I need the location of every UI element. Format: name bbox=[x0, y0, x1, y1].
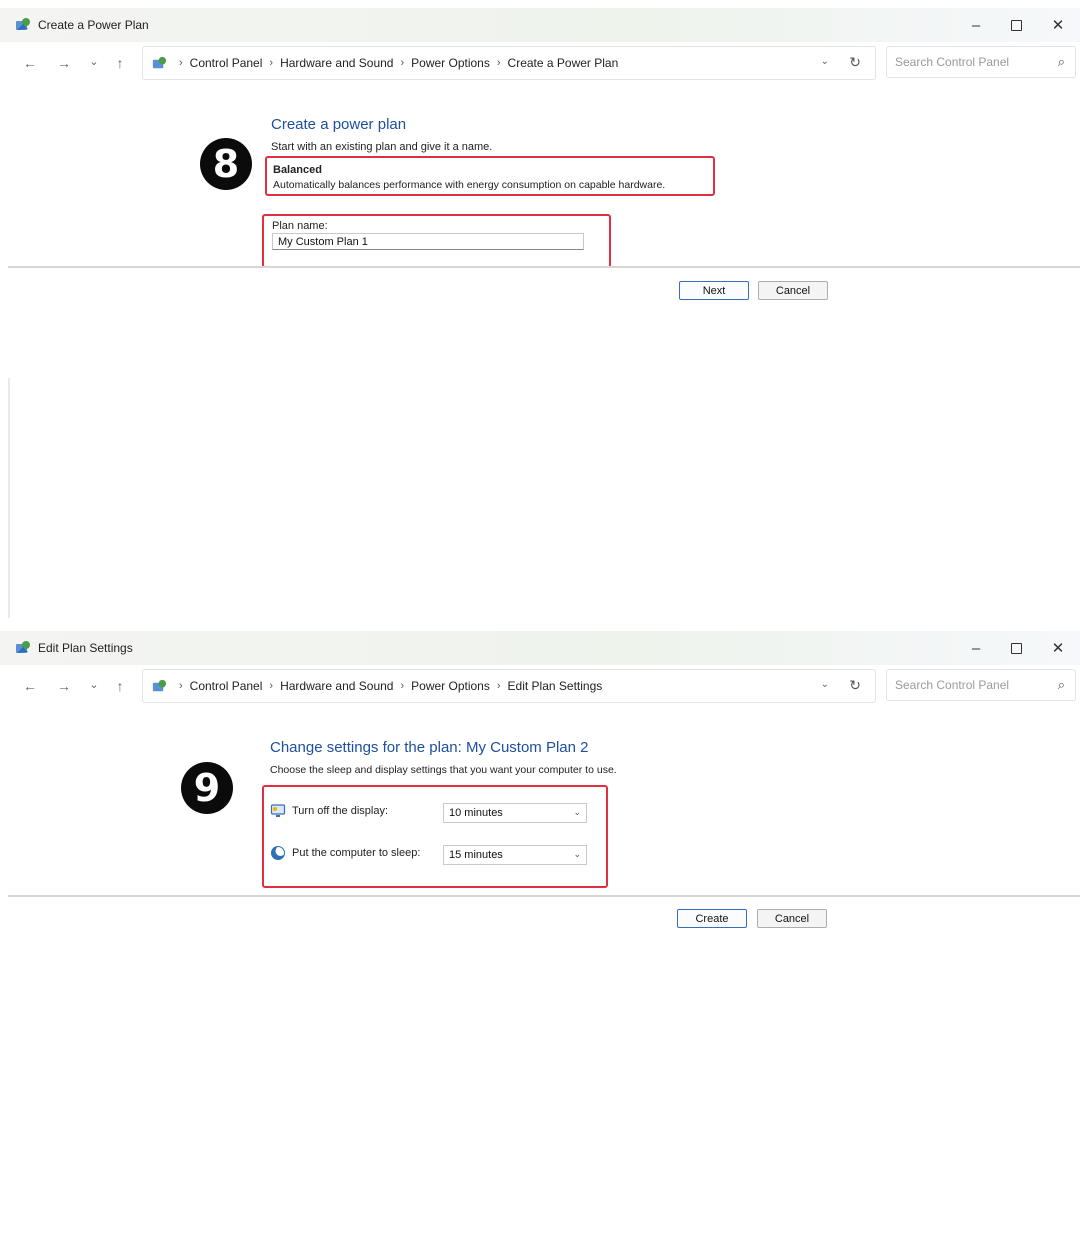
control-panel-app-icon bbox=[16, 18, 30, 30]
forward-arrow-icon[interactable]: → bbox=[54, 678, 74, 694]
plan-name-label: Plan name: bbox=[272, 220, 328, 232]
navigation-bar: ← → ⌄ ↑ › Control Panel › Hardware and S… bbox=[0, 42, 1080, 86]
breadcrumb-control-panel[interactable]: Control Panel bbox=[190, 679, 263, 693]
chevron-down-icon[interactable]: ⌄ bbox=[821, 679, 829, 690]
chevron-right-icon: › bbox=[496, 57, 501, 69]
display-timeout-select[interactable]: 10 minutes ⌄ bbox=[443, 803, 587, 823]
back-arrow-icon[interactable]: ← bbox=[20, 55, 40, 71]
refresh-icon[interactable]: ↻ bbox=[849, 677, 861, 694]
sleep-timeout-label: Put the computer to sleep: bbox=[292, 847, 421, 859]
chevron-right-icon: › bbox=[400, 57, 405, 69]
minimize-button[interactable]: – bbox=[954, 631, 998, 665]
create-button[interactable]: Create bbox=[677, 909, 747, 928]
chevron-right-icon: › bbox=[269, 680, 274, 692]
breadcrumb-control-panel[interactable]: Control Panel bbox=[190, 56, 263, 70]
search-icon[interactable]: ⌕ bbox=[1058, 677, 1065, 693]
next-button[interactable]: Next bbox=[679, 281, 749, 300]
step-badge: 9 bbox=[181, 762, 233, 814]
breadcrumb-current-page[interactable]: Edit Plan Settings bbox=[508, 679, 603, 693]
page-title: Change settings for the plan: My Custom … bbox=[270, 739, 589, 756]
chevron-down-icon: ⌄ bbox=[573, 807, 581, 817]
close-button[interactable]: ✕ bbox=[1036, 631, 1080, 665]
breadcrumb-power-options[interactable]: Power Options bbox=[411, 679, 490, 693]
up-arrow-icon[interactable]: ↑ bbox=[110, 678, 130, 694]
forward-arrow-icon[interactable]: → bbox=[54, 55, 74, 71]
search-input[interactable]: Search Control Panel ⌕ bbox=[886, 46, 1076, 78]
chevron-right-icon: › bbox=[179, 57, 183, 69]
control-panel-icon bbox=[152, 679, 167, 691]
address-bar[interactable]: › Control Panel › Hardware and Sound › P… bbox=[142, 46, 876, 80]
sleep-timeout-select[interactable]: 15 minutes ⌄ bbox=[443, 845, 587, 865]
refresh-icon[interactable]: ↻ bbox=[849, 54, 861, 71]
title-bar: Create a Power Plan – ✕ bbox=[0, 8, 1080, 42]
highlight-box-settings bbox=[262, 785, 608, 888]
chevron-right-icon: › bbox=[179, 680, 183, 692]
maximize-button[interactable] bbox=[994, 8, 1038, 42]
breadcrumb-power-options[interactable]: Power Options bbox=[411, 56, 490, 70]
search-input[interactable]: Search Control Panel ⌕ bbox=[886, 669, 1076, 701]
plan-name-field[interactable]: My Custom Plan 1 bbox=[272, 233, 584, 250]
maximize-icon bbox=[1010, 19, 1022, 31]
sleep-icon bbox=[271, 846, 286, 860]
display-icon bbox=[270, 804, 286, 817]
search-icon[interactable]: ⌕ bbox=[1058, 54, 1065, 70]
maximize-button[interactable] bbox=[994, 631, 1038, 665]
close-button[interactable]: ✕ bbox=[1036, 8, 1080, 42]
chevron-down-icon[interactable]: ⌄ bbox=[821, 56, 829, 67]
search-placeholder: Search Control Panel bbox=[895, 678, 1010, 692]
control-panel-app-icon bbox=[16, 641, 30, 653]
cancel-button[interactable]: Cancel bbox=[757, 909, 827, 928]
recent-locations-icon[interactable]: ⌄ bbox=[84, 678, 104, 691]
create-power-plan-window: Create a Power Plan – ✕ ← → ⌄ ↑ › Contro… bbox=[0, 8, 1080, 626]
up-arrow-icon[interactable]: ↑ bbox=[110, 55, 130, 71]
chevron-down-icon: ⌄ bbox=[573, 849, 581, 859]
chevron-right-icon: › bbox=[269, 57, 274, 69]
cancel-button[interactable]: Cancel bbox=[758, 281, 828, 300]
breadcrumb-current-page[interactable]: Create a Power Plan bbox=[508, 56, 619, 70]
page-subtitle: Start with an existing plan and give it … bbox=[271, 141, 493, 153]
breadcrumb-hardware-and-sound[interactable]: Hardware and Sound bbox=[280, 56, 393, 70]
edit-plan-settings-window: Edit Plan Settings – ✕ ← → ⌄ ↑ › Control… bbox=[0, 631, 1080, 1243]
recent-locations-icon[interactable]: ⌄ bbox=[84, 55, 104, 68]
display-timeout-label: Turn off the display: bbox=[292, 805, 388, 817]
address-bar[interactable]: › Control Panel › Hardware and Sound › P… bbox=[142, 669, 876, 703]
chevron-right-icon: › bbox=[496, 680, 501, 692]
step-badge: 8 bbox=[200, 138, 252, 190]
divider bbox=[8, 266, 1080, 268]
control-panel-icon bbox=[152, 56, 167, 68]
title-bar: Edit Plan Settings – ✕ bbox=[0, 631, 1080, 665]
sleep-timeout-value: 15 minutes bbox=[449, 849, 503, 861]
maximize-icon bbox=[1010, 642, 1022, 654]
page-title: Create a power plan bbox=[271, 116, 407, 133]
plan-option-description: Automatically balances performance with … bbox=[273, 179, 666, 191]
plan-option-name[interactable]: Balanced bbox=[273, 164, 322, 176]
navigation-bar: ← → ⌄ ↑ › Control Panel › Hardware and S… bbox=[0, 665, 1080, 709]
breadcrumb-hardware-and-sound[interactable]: Hardware and Sound bbox=[280, 679, 393, 693]
window-title: Create a Power Plan bbox=[38, 18, 149, 32]
chevron-right-icon: › bbox=[400, 680, 405, 692]
window-edge bbox=[8, 378, 10, 618]
back-arrow-icon[interactable]: ← bbox=[20, 678, 40, 694]
minimize-button[interactable]: – bbox=[954, 8, 998, 42]
window-title: Edit Plan Settings bbox=[38, 641, 133, 655]
search-placeholder: Search Control Panel bbox=[895, 55, 1010, 69]
display-timeout-value: 10 minutes bbox=[449, 807, 503, 819]
page-subtitle: Choose the sleep and display settings th… bbox=[270, 764, 617, 776]
divider bbox=[8, 895, 1080, 897]
